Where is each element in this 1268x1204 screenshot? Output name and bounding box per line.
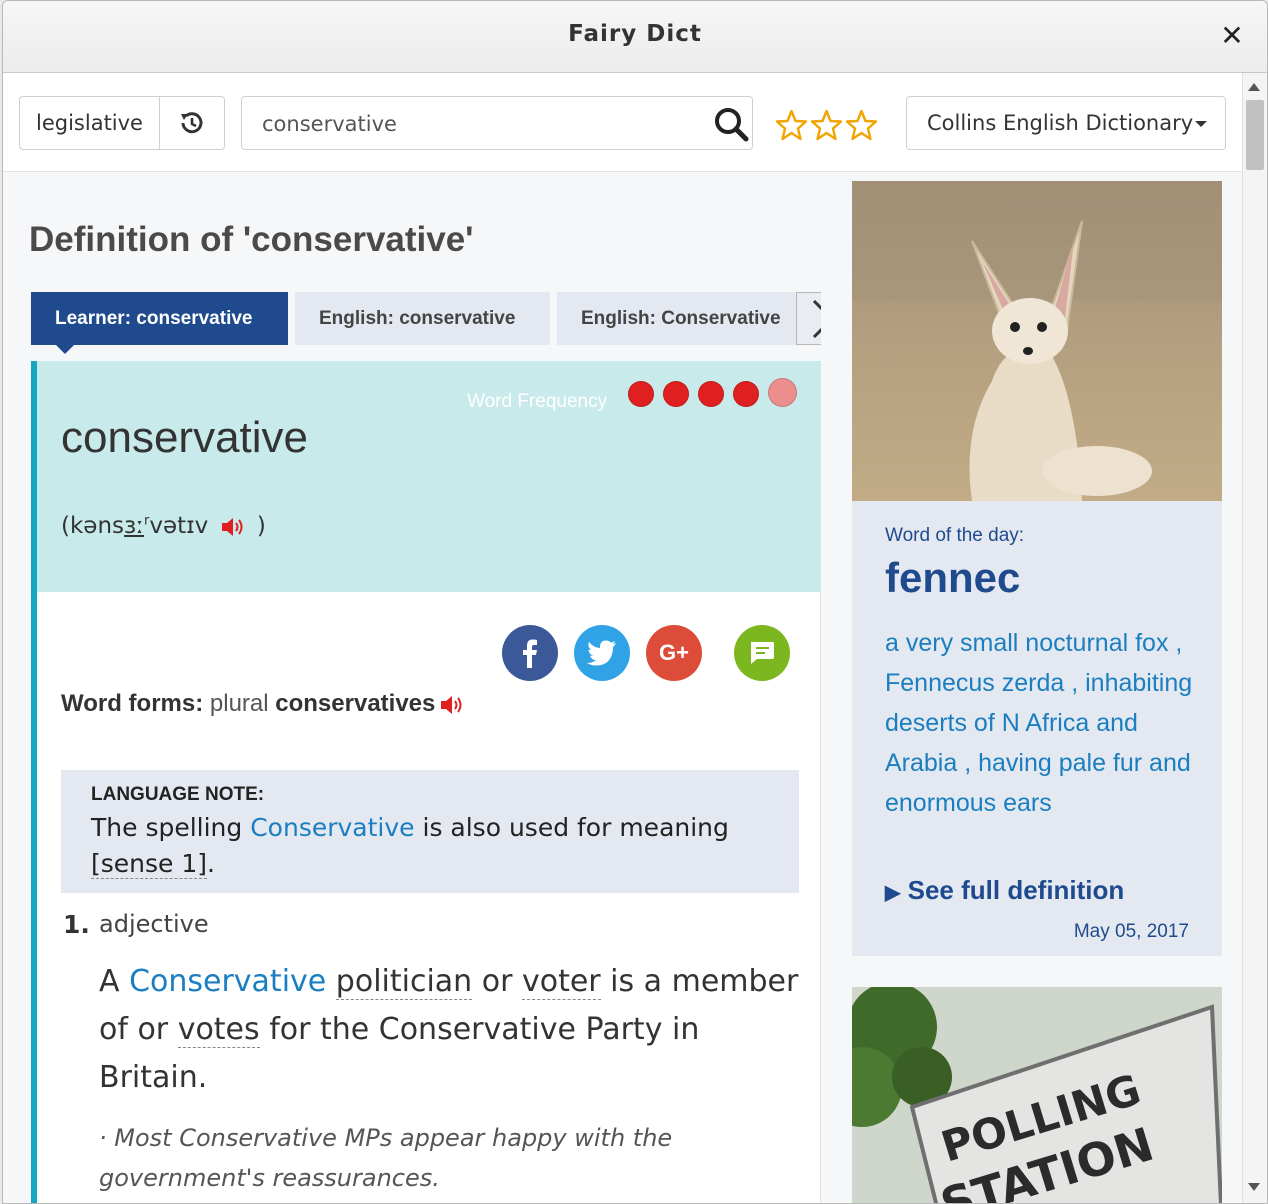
polling-station-image: POLLING STATION: [852, 987, 1222, 1203]
google-plus-icon: G+: [659, 640, 689, 665]
window-title: Fairy Dict: [568, 21, 702, 47]
see-full-definition-link[interactable]: ▶ See full definition: [885, 875, 1124, 906]
pronunciation-start: (kəns: [61, 513, 125, 539]
speaker-icon[interactable]: [439, 693, 465, 717]
language-note-label: LANGUAGE NOTE:: [91, 784, 265, 805]
def-word-votes[interactable]: votes: [177, 1012, 260, 1048]
history-word-button[interactable]: legislative: [20, 97, 160, 149]
google-plus-button[interactable]: G+: [646, 625, 702, 681]
title-bar: Fairy Dict ✕: [3, 1, 1267, 73]
wotd-date: May 05, 2017: [1073, 921, 1189, 942]
star-icon[interactable]: [845, 109, 878, 141]
frequency-dot: [698, 381, 724, 407]
word-forms-value: conservatives: [275, 690, 436, 717]
pronunciation: (kənsɜːrvətɪv ): [61, 513, 266, 539]
word-frequency-label: Word Frequency: [467, 391, 608, 412]
pronunciation-rest: vətɪv: [149, 513, 209, 539]
entry-header: Word Frequency conservative (kənsɜːrvətɪ…: [31, 361, 821, 592]
sense-number: 1.: [63, 910, 90, 939]
word-forms: Word forms: plural conservatives: [61, 690, 465, 718]
entry-tabs: Learner: conservative English: conservat…: [31, 292, 821, 346]
note-text-mid: is also used for meaning: [414, 813, 729, 842]
chevron-right-icon: [812, 299, 821, 339]
pronunciation-stress: ɜː: [124, 513, 144, 539]
twitter-icon: [587, 640, 616, 666]
tab-english-capital[interactable]: English: Conservative: [557, 292, 817, 345]
word-forms-label: Word forms:: [61, 690, 204, 717]
vertical-scrollbar[interactable]: [1242, 73, 1267, 1203]
headword: conservative: [61, 413, 309, 462]
word-forms-plural: plural: [209, 690, 269, 717]
language-note: LANGUAGE NOTE: The spelling Conservative…: [61, 770, 799, 893]
language-note-text: The spelling Conservative is also used f…: [91, 810, 769, 882]
word-frequency-dots: [628, 378, 797, 407]
star-icon[interactable]: [810, 109, 843, 141]
comment-icon: [751, 642, 774, 664]
scroll-thumb[interactable]: [1246, 100, 1264, 170]
entry-body: G+ Word forms: plural conservatives LANG…: [31, 592, 821, 1203]
scroll-down-arrow[interactable]: [1248, 1183, 1260, 1191]
speaker-icon[interactable]: [220, 515, 246, 539]
sense-part-of-speech: adjective: [99, 910, 209, 938]
def-word-politician[interactable]: politician: [335, 964, 473, 1000]
frequency-dot: [663, 381, 689, 407]
wotd-definition: a very small nocturnal fox , Fennecus ze…: [885, 629, 1193, 817]
def-word-voter[interactable]: voter: [521, 964, 601, 1000]
dictionary-select[interactable]: Collins English Dictionary: [906, 96, 1226, 150]
search-box: [241, 96, 753, 151]
def-link[interactable]: Conservative: [129, 964, 326, 999]
dictionary-select-label: Collins English Dictionary: [927, 111, 1194, 135]
pronunciation-end: ): [256, 513, 266, 539]
history-group: legislative: [19, 96, 225, 150]
search-icon[interactable]: [712, 105, 750, 143]
dictionary-content: Definition of 'conservative' Learner: co…: [3, 172, 1243, 1203]
tabs-next-button[interactable]: [796, 292, 821, 345]
wotd-word[interactable]: fennec: [885, 554, 1020, 602]
note-sense-ref[interactable]: [sense 1]: [91, 849, 208, 879]
fennec-fox-image: [852, 181, 1222, 501]
wotd-label: Word of the day:: [885, 525, 1025, 546]
def-start: A: [99, 964, 130, 999]
twitter-button[interactable]: [574, 625, 630, 681]
comment-button[interactable]: [734, 625, 790, 681]
see-full-definition-label: See full definition: [907, 875, 1125, 905]
sense-definition: A Conservative politician or voter is a …: [99, 958, 799, 1102]
scroll-up-arrow[interactable]: [1248, 83, 1260, 91]
close-icon[interactable]: ✕: [1215, 19, 1249, 53]
caret-right-icon: ▶: [885, 882, 901, 904]
note-link[interactable]: Conservative: [250, 813, 414, 842]
rating-stars: [775, 109, 879, 141]
history-button[interactable]: [160, 97, 224, 149]
facebook-icon: [523, 639, 537, 668]
note-text-end: .: [207, 849, 215, 878]
tab-learner[interactable]: Learner: conservative: [31, 292, 288, 345]
search-input[interactable]: [260, 97, 704, 151]
active-tab-pointer: [56, 345, 74, 354]
history-icon: [181, 112, 203, 134]
note-text-start: The spelling: [91, 813, 251, 842]
frequency-dot: [733, 381, 759, 407]
app-window: Fairy Dict ✕ legislative Collins English…: [2, 0, 1268, 1204]
star-icon[interactable]: [775, 109, 808, 141]
def-or: or: [472, 964, 522, 999]
word-of-the-day: Word of the day: fennec a very small noc…: [852, 501, 1222, 956]
tab-english[interactable]: English: conservative: [295, 292, 550, 345]
chevron-down-icon: [1195, 121, 1207, 127]
toolbar: legislative Collins English Dictionary: [3, 73, 1243, 172]
frequency-dot: [768, 378, 797, 407]
sense-example: · Most Conservative MPs appear happy wit…: [99, 1124, 673, 1192]
frequency-dot: [628, 381, 654, 407]
facebook-button[interactable]: [502, 625, 558, 681]
page-title: Definition of 'conservative': [29, 220, 474, 259]
